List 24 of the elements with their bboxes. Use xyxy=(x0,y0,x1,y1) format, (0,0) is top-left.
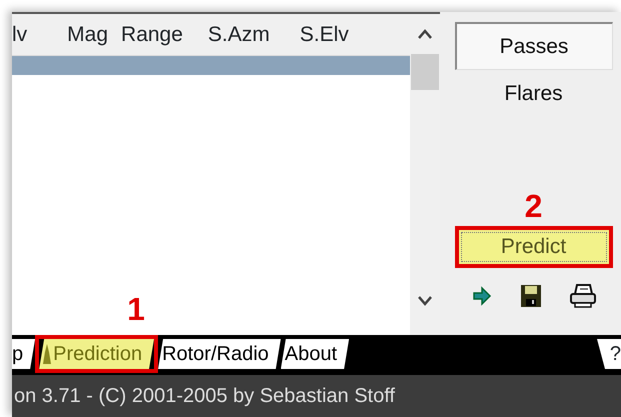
figure-icon xyxy=(43,344,52,364)
column-header[interactable]: S.Azm xyxy=(208,18,270,50)
save-icon[interactable] xyxy=(520,284,542,308)
predict-button[interactable]: Predict xyxy=(454,226,612,268)
annotation-number: 2 xyxy=(524,190,542,222)
scroll-up-icon[interactable] xyxy=(417,28,433,40)
mode-tab[interactable]: Passes xyxy=(454,22,612,70)
column-header[interactable]: Mag xyxy=(67,18,108,50)
print-icon[interactable] xyxy=(570,284,596,308)
column-header[interactable]: S.Elv xyxy=(300,18,349,50)
annotation-number: 1 xyxy=(127,293,145,325)
column-header[interactable]: lv xyxy=(12,18,28,50)
scrollbar[interactable] xyxy=(410,14,440,335)
column-header[interactable]: Range xyxy=(121,18,183,50)
scroll-down-icon[interactable] xyxy=(417,295,433,307)
status-bar: on 3.71 - (C) 2001-2005 by Sebastian Stoff xyxy=(12,375,621,417)
scroll-thumb[interactable] xyxy=(411,54,439,90)
help-tab[interactable]: ? xyxy=(597,339,621,369)
mode-tab[interactable]: Flares xyxy=(454,70,612,118)
tab[interactable]: p xyxy=(12,339,36,369)
arrow-icon[interactable] xyxy=(472,286,492,306)
tab[interactable]: Prediction xyxy=(39,339,154,369)
tab[interactable]: Rotor/Radio xyxy=(158,339,281,369)
tab[interactable]: About xyxy=(280,339,350,369)
